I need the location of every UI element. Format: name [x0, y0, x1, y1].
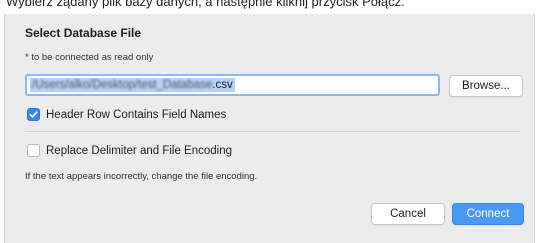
replace-delimiter-option[interactable]: Replace Delimiter and File Encoding: [27, 144, 232, 157]
selected-path-text: /Users/alko/Desktop/test_Database.csv: [30, 78, 235, 92]
encoding-hint: If the text appears incorrectly, change …: [25, 171, 258, 182]
cancel-button[interactable]: Cancel: [371, 203, 445, 225]
browse-button[interactable]: Browse...: [449, 75, 523, 97]
replace-delimiter-checkbox[interactable]: [27, 144, 40, 157]
path-extension: .csv: [212, 79, 233, 91]
page: Wybierz żądany plik bazy danych, a nastę…: [0, 0, 539, 243]
header-row-option[interactable]: Header Row Contains Field Names: [27, 108, 226, 121]
dialog-subtitle: * to be connected as read only: [25, 52, 154, 63]
connect-button[interactable]: Connect: [452, 203, 524, 225]
path-prefix: /Users/alko/Desktop/test_Database: [32, 79, 213, 91]
header-row-label: Header Row Contains Field Names: [46, 108, 227, 121]
header-row-checkbox[interactable]: [27, 108, 40, 121]
checkmark-icon: [29, 111, 38, 118]
file-path-input[interactable]: /Users/alko/Desktop/test_Database.csv: [25, 74, 440, 96]
divider: [25, 131, 520, 132]
replace-delimiter-label: Replace Delimiter and File Encoding: [46, 144, 233, 157]
instruction-caption: Wybierz żądany plik bazy danych, a nastę…: [6, 0, 405, 9]
dialog-title: Select Database File: [25, 26, 142, 40]
select-database-dialog: Select Database File * to be connected a…: [4, 14, 535, 243]
